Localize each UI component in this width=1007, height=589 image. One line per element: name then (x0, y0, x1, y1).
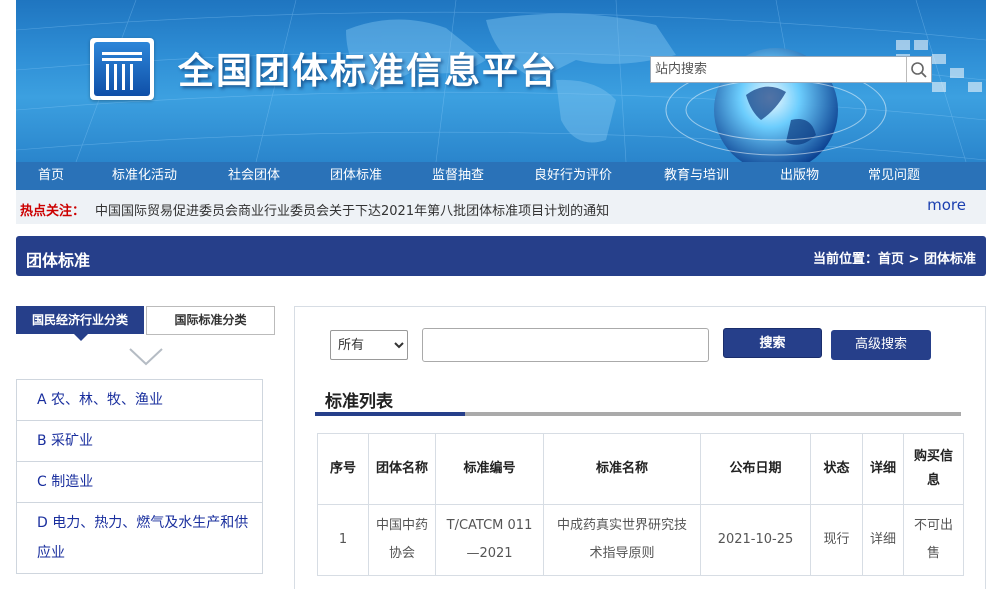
cell-code: T/CATCM 011—2021 (435, 504, 544, 576)
hot-label: 热点关注： (20, 204, 86, 219)
site-logo[interactable] (90, 38, 154, 100)
header-code: 标准编号 (435, 433, 544, 505)
category-item[interactable]: C 制造业 (17, 462, 262, 503)
site-search-input[interactable] (651, 57, 906, 82)
site-search-button[interactable] (906, 57, 931, 82)
table-header-row: 序号 团体名称 标准编号 标准名称 公布日期 状态 详细 购买信息 (317, 433, 964, 505)
banner: 全国团体标准信息平台 (16, 0, 986, 162)
advanced-search-button[interactable]: 高级搜索 (831, 330, 931, 360)
divider-accent (315, 412, 465, 416)
header-detail: 详细 (862, 433, 904, 505)
tab-international-classification[interactable]: 国际标准分类 (146, 306, 275, 335)
search-button[interactable]: 搜索 (723, 328, 822, 358)
breadcrumb-separator: > (904, 252, 924, 267)
nav-item-publications[interactable]: 出版物 (780, 162, 819, 190)
cell-status: 现行 (810, 504, 863, 576)
site-search (650, 56, 932, 83)
nav-item-standardization[interactable]: 标准化活动 (112, 162, 177, 190)
main-nav: 首页 标准化活动 社会团体 团体标准 监督抽查 良好行为评价 教育与培训 出版物… (16, 162, 986, 190)
page-title: 团体标准 (26, 251, 91, 270)
cell-name: 中成药真实世界研究技术指导原则 (543, 504, 701, 576)
cell-date: 2021-10-25 (700, 504, 811, 576)
header-buy: 购买信息 (903, 433, 964, 505)
category-item[interactable]: D 电力、热力、燃气及水生产和供应业 (17, 503, 262, 574)
hot-news-link[interactable]: 中国国际贸易促进委员会商业行业委员会关于下达2021年第八批团体标准项目计划的通… (95, 200, 609, 219)
standards-table: 序号 团体名称 标准编号 标准名称 公布日期 状态 详细 购买信息 1 中国中药… (317, 433, 964, 576)
nav-item-education[interactable]: 教育与培训 (664, 162, 729, 190)
tab-industry-classification[interactable]: 国民经济行业分类 (16, 306, 144, 334)
nav-item-inspection[interactable]: 监督抽查 (432, 162, 484, 190)
table-row: 1 中国中药协会 T/CATCM 011—2021 中成药真实世界研究技术指导原… (317, 504, 964, 576)
breadcrumb-current[interactable]: 团体标准 (924, 252, 976, 267)
category-item[interactable]: A 农、林、牧、渔业 (17, 380, 262, 421)
section-header: 团体标准 当前位置：首页 > 团体标准 (16, 236, 986, 276)
standards-panel: 所有 搜索 高级搜索 标准列表 序号 团体名称 标准编号 标准名称 公布日期 状… (294, 306, 986, 589)
nav-item-evaluation[interactable]: 良好行为评价 (534, 162, 612, 190)
category-list: A 农、林、牧、渔业 B 采矿业 C 制造业 D 电力、热力、燃气及水生产和供应… (16, 379, 263, 574)
breadcrumb: 当前位置：首页 > 团体标准 (813, 248, 976, 267)
scope-select[interactable]: 所有 (330, 330, 408, 360)
hot-news-bar: 热点关注： 中国国际贸易促进委员会商业行业委员会关于下达2021年第八批团体标准… (16, 190, 986, 224)
cell-org: 中国中药协会 (368, 504, 436, 576)
more-link[interactable]: more (927, 196, 966, 214)
site-title: 全国团体标准信息平台 (178, 51, 559, 92)
list-title: 标准列表 (325, 392, 393, 412)
detail-link[interactable]: 详细 (862, 504, 904, 576)
category-item[interactable]: B 采矿业 (17, 421, 262, 462)
header-no: 序号 (317, 433, 369, 505)
active-tab-pointer (74, 334, 88, 341)
chevron-down-icon[interactable] (128, 347, 164, 367)
header-name: 标准名称 (543, 433, 701, 505)
search-icon (911, 61, 927, 78)
nav-item-home[interactable]: 首页 (38, 162, 64, 190)
keyword-input[interactable] (422, 328, 709, 362)
nav-item-faq[interactable]: 常见问题 (868, 162, 920, 190)
cell-buy: 不可出售 (903, 504, 964, 576)
breadcrumb-prefix: 当前位置： (813, 252, 879, 267)
nav-item-organizations[interactable]: 社会团体 (228, 162, 280, 190)
logo-mark-icon (102, 52, 142, 90)
header-status: 状态 (810, 433, 863, 505)
header-date: 公布日期 (700, 433, 811, 505)
cell-no: 1 (317, 504, 369, 576)
breadcrumb-home[interactable]: 首页 (878, 252, 904, 267)
header-org: 团体名称 (368, 433, 436, 505)
nav-item-group-standards[interactable]: 团体标准 (330, 162, 382, 190)
